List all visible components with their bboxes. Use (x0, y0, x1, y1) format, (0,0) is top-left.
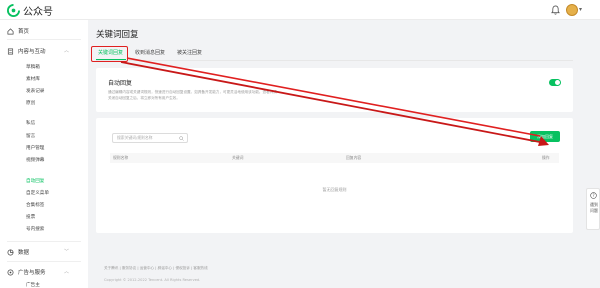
annotation-arrow (120, 57, 549, 146)
